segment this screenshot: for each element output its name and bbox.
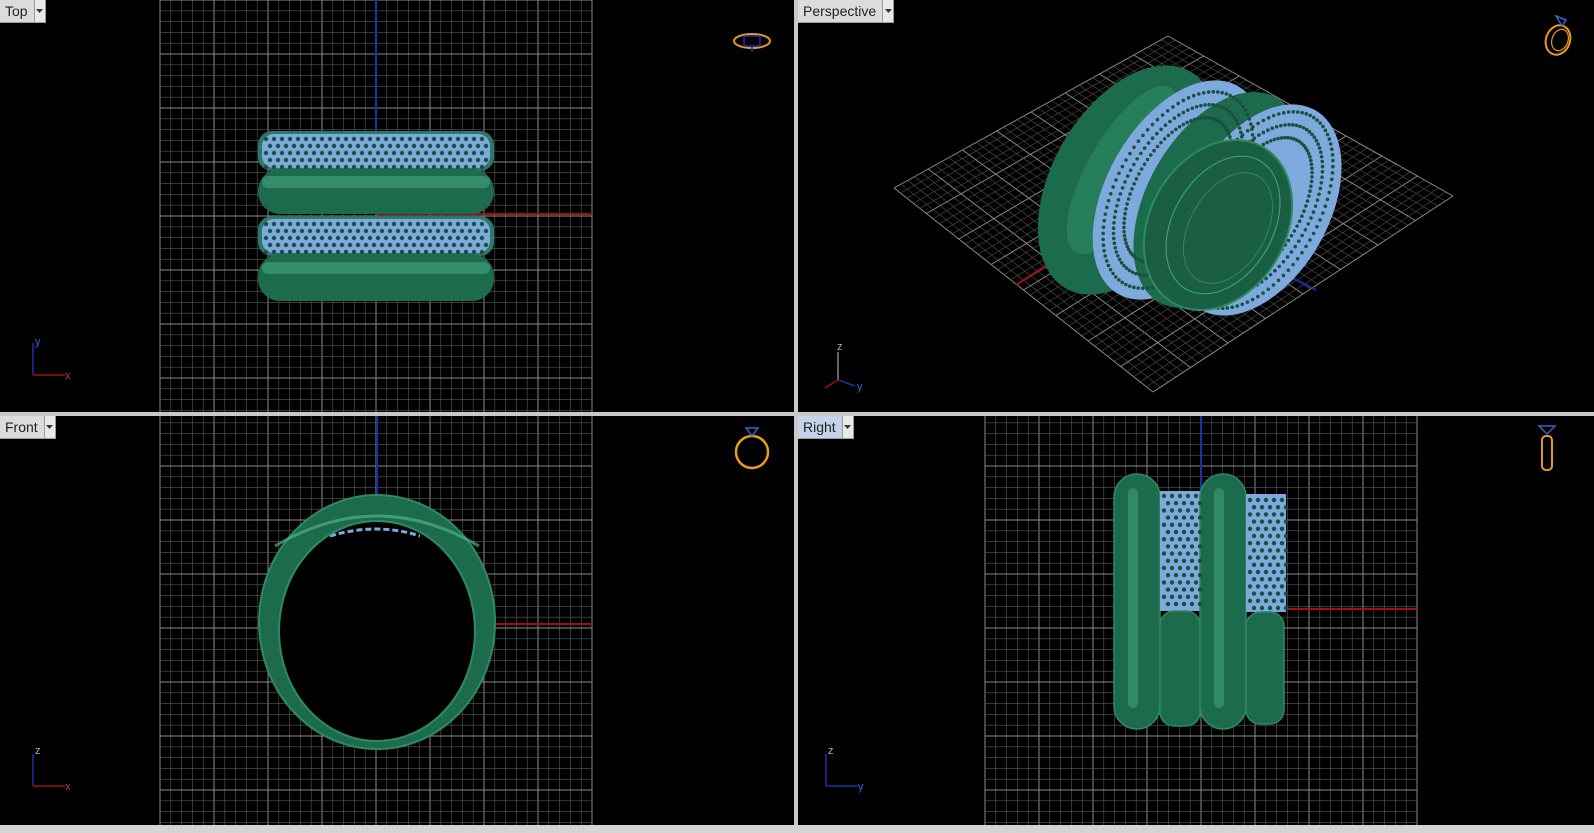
viewport-title-top[interactable]: Top <box>0 0 46 23</box>
viewport-title-perspective[interactable]: Perspective <box>798 0 895 23</box>
viewport-title-right[interactable]: Right <box>798 416 854 439</box>
axis-indicator: z y <box>824 341 863 393</box>
chevron-down-icon[interactable] <box>43 416 55 438</box>
perspective-viewport-canvas[interactable] <box>798 0 1594 412</box>
ring-model[interactable] <box>1001 34 1377 344</box>
viewport-title-label: Front <box>5 419 38 435</box>
plain-band <box>258 254 494 301</box>
axis-label: z <box>35 746 41 757</box>
plain-band <box>258 169 494 214</box>
viewport-perspective[interactable]: Perspective z y <box>798 0 1594 412</box>
axis-indicator: y x <box>32 336 71 382</box>
ring-top-view-icon <box>733 33 771 52</box>
chevron-down-icon[interactable] <box>841 416 853 438</box>
ring-model[interactable] <box>258 131 494 301</box>
viewport-title-label: Top <box>5 3 28 19</box>
axis-label: y <box>857 381 863 393</box>
ring-perspective-view-icon <box>1544 14 1572 56</box>
status-strip <box>0 825 1594 833</box>
viewport-front[interactable]: Front z x <box>0 416 794 825</box>
front-viewport-canvas[interactable] <box>0 416 794 825</box>
axis-label: y <box>858 781 864 793</box>
viewport-top[interactable]: Top y x <box>0 0 794 412</box>
axis-indicator: z y <box>825 746 864 793</box>
ring-front-view-icon <box>734 427 770 470</box>
viewport-title-label: Right <box>803 419 836 435</box>
axis-label: x <box>65 370 71 382</box>
chevron-down-icon[interactable] <box>882 0 894 22</box>
axis-label: y <box>35 336 41 348</box>
axis-indicator: z x <box>32 746 71 793</box>
axis-label: x <box>65 781 71 793</box>
chevron-down-icon[interactable] <box>33 0 45 22</box>
viewport-title-front[interactable]: Front <box>0 416 56 439</box>
ring-model[interactable] <box>1113 473 1289 730</box>
ring-model[interactable] <box>258 494 496 750</box>
top-viewport-canvas[interactable] <box>0 0 794 412</box>
ring-right-view-icon <box>1537 425 1557 471</box>
viewport-right[interactable]: Right z y <box>798 416 1594 825</box>
viewport-title-label: Perspective <box>803 3 877 19</box>
right-viewport-canvas[interactable] <box>798 416 1594 825</box>
axis-label: z <box>837 341 843 353</box>
axis-label: z <box>828 746 834 757</box>
